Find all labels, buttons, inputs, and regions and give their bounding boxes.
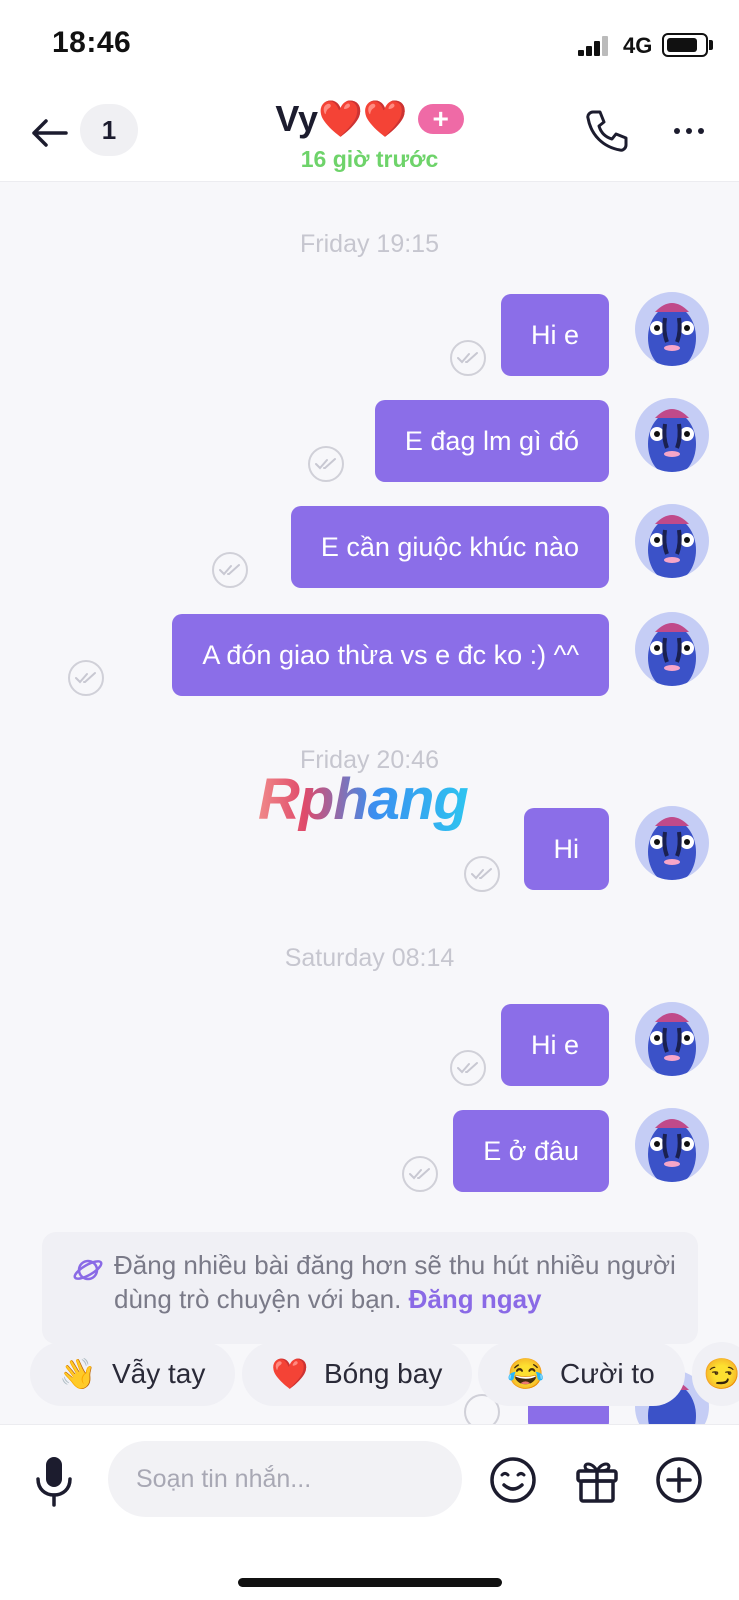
avatar[interactable] <box>635 398 709 472</box>
gift-button[interactable] <box>572 1455 622 1505</box>
read-check-icon <box>308 446 344 482</box>
gift-icon <box>576 1462 618 1503</box>
battery-tip <box>709 40 713 50</box>
post-now-link[interactable]: Đăng ngay <box>409 1284 542 1314</box>
quick-reaction-label: Bóng bay <box>324 1358 443 1389</box>
signal-icon <box>578 36 610 56</box>
avatar[interactable] <box>635 1002 709 1076</box>
message-bubble[interactable]: Hi <box>523 808 609 890</box>
emoji-icon <box>490 1457 536 1503</box>
plus-badge: + <box>417 104 464 134</box>
laugh-icon: 😂 <box>507 1357 545 1391</box>
quick-reaction-laugh[interactable]: 😂 Cười to <box>478 1342 685 1406</box>
planet-icon <box>73 1259 103 1281</box>
message-input[interactable] <box>136 1464 446 1494</box>
more-icon <box>674 128 680 134</box>
contact-name: Vy❤️❤️ <box>275 98 408 139</box>
avatar[interactable] <box>635 292 709 366</box>
message-bubble[interactable]: A đón giao thừa vs e đc ko :) ^^ <box>172 614 609 696</box>
avatar[interactable] <box>635 1108 709 1182</box>
post-suggestion-card: Đăng nhiều bài đăng hơn sẽ thu hút nhiều… <box>42 1232 698 1344</box>
message-input-wrapper <box>108 1441 462 1517</box>
voice-button[interactable] <box>30 1453 78 1509</box>
status-bar: 18:46 4G <box>0 0 739 90</box>
read-check-icon <box>402 1156 438 1192</box>
wave-icon: 👋 <box>59 1357 97 1391</box>
quick-reaction-wave[interactable]: 👋 Vẫy tay <box>30 1342 236 1406</box>
chat-header: 1 Vy❤️❤️ + 16 giờ trước <box>0 90 739 182</box>
composer-bar <box>0 1424 739 1600</box>
network-label: 4G <box>623 33 653 58</box>
message-bubble[interactable]: E cần giuộc khúc nào <box>290 506 609 588</box>
add-button[interactable] <box>654 1455 704 1505</box>
status-time: 18:46 <box>52 26 132 59</box>
message-bubble[interactable]: E đag lm gì đó <box>374 400 609 482</box>
avatar[interactable] <box>635 806 709 880</box>
message-bubble[interactable]: Hi e <box>500 294 609 376</box>
read-check-icon <box>450 1050 486 1086</box>
timestamp: Friday 19:15 <box>300 230 439 258</box>
read-check-icon <box>68 660 104 696</box>
quick-reaction-label: Cười to <box>560 1358 655 1389</box>
suggestion-message: Đăng nhiều bài đăng hơn sẽ thu hút nhiều… <box>114 1250 676 1314</box>
quick-reaction-smirk[interactable]: 😏 <box>692 1342 739 1406</box>
call-button[interactable] <box>582 106 632 156</box>
avatar[interactable] <box>635 612 709 686</box>
emoji-button[interactable] <box>488 1455 538 1505</box>
timestamp: Saturday 08:14 <box>284 944 455 972</box>
quick-reaction-bar: 👋 Vẫy tay ❤️ Bóng bay 😂 Cười to 😏 <box>0 1342 739 1406</box>
read-check-icon <box>212 552 248 588</box>
phone-icon <box>586 110 628 152</box>
battery-icon <box>662 33 708 57</box>
message-bubble[interactable]: Hi e <box>500 1004 609 1086</box>
more-options-button[interactable] <box>664 106 714 156</box>
avatar[interactable] <box>635 504 709 578</box>
read-check-icon <box>450 340 486 376</box>
smirk-icon: 😏 <box>703 1357 739 1391</box>
heart-icon: ❤️ <box>271 1357 309 1391</box>
mic-icon <box>36 1457 72 1507</box>
home-indicator[interactable] <box>238 1578 502 1587</box>
quick-reaction-balloon[interactable]: ❤️ Bóng bay <box>242 1342 473 1406</box>
read-check-icon <box>464 856 500 892</box>
message-bubble[interactable]: E ở đâu <box>453 1110 609 1192</box>
add-icon <box>656 1457 702 1503</box>
suggestion-text: Đăng nhiều bài đăng hơn sẽ thu hút nhiều… <box>114 1248 684 1316</box>
quick-reaction-label: Vẫy tay <box>112 1358 206 1389</box>
watermark: Rphang <box>258 767 469 832</box>
